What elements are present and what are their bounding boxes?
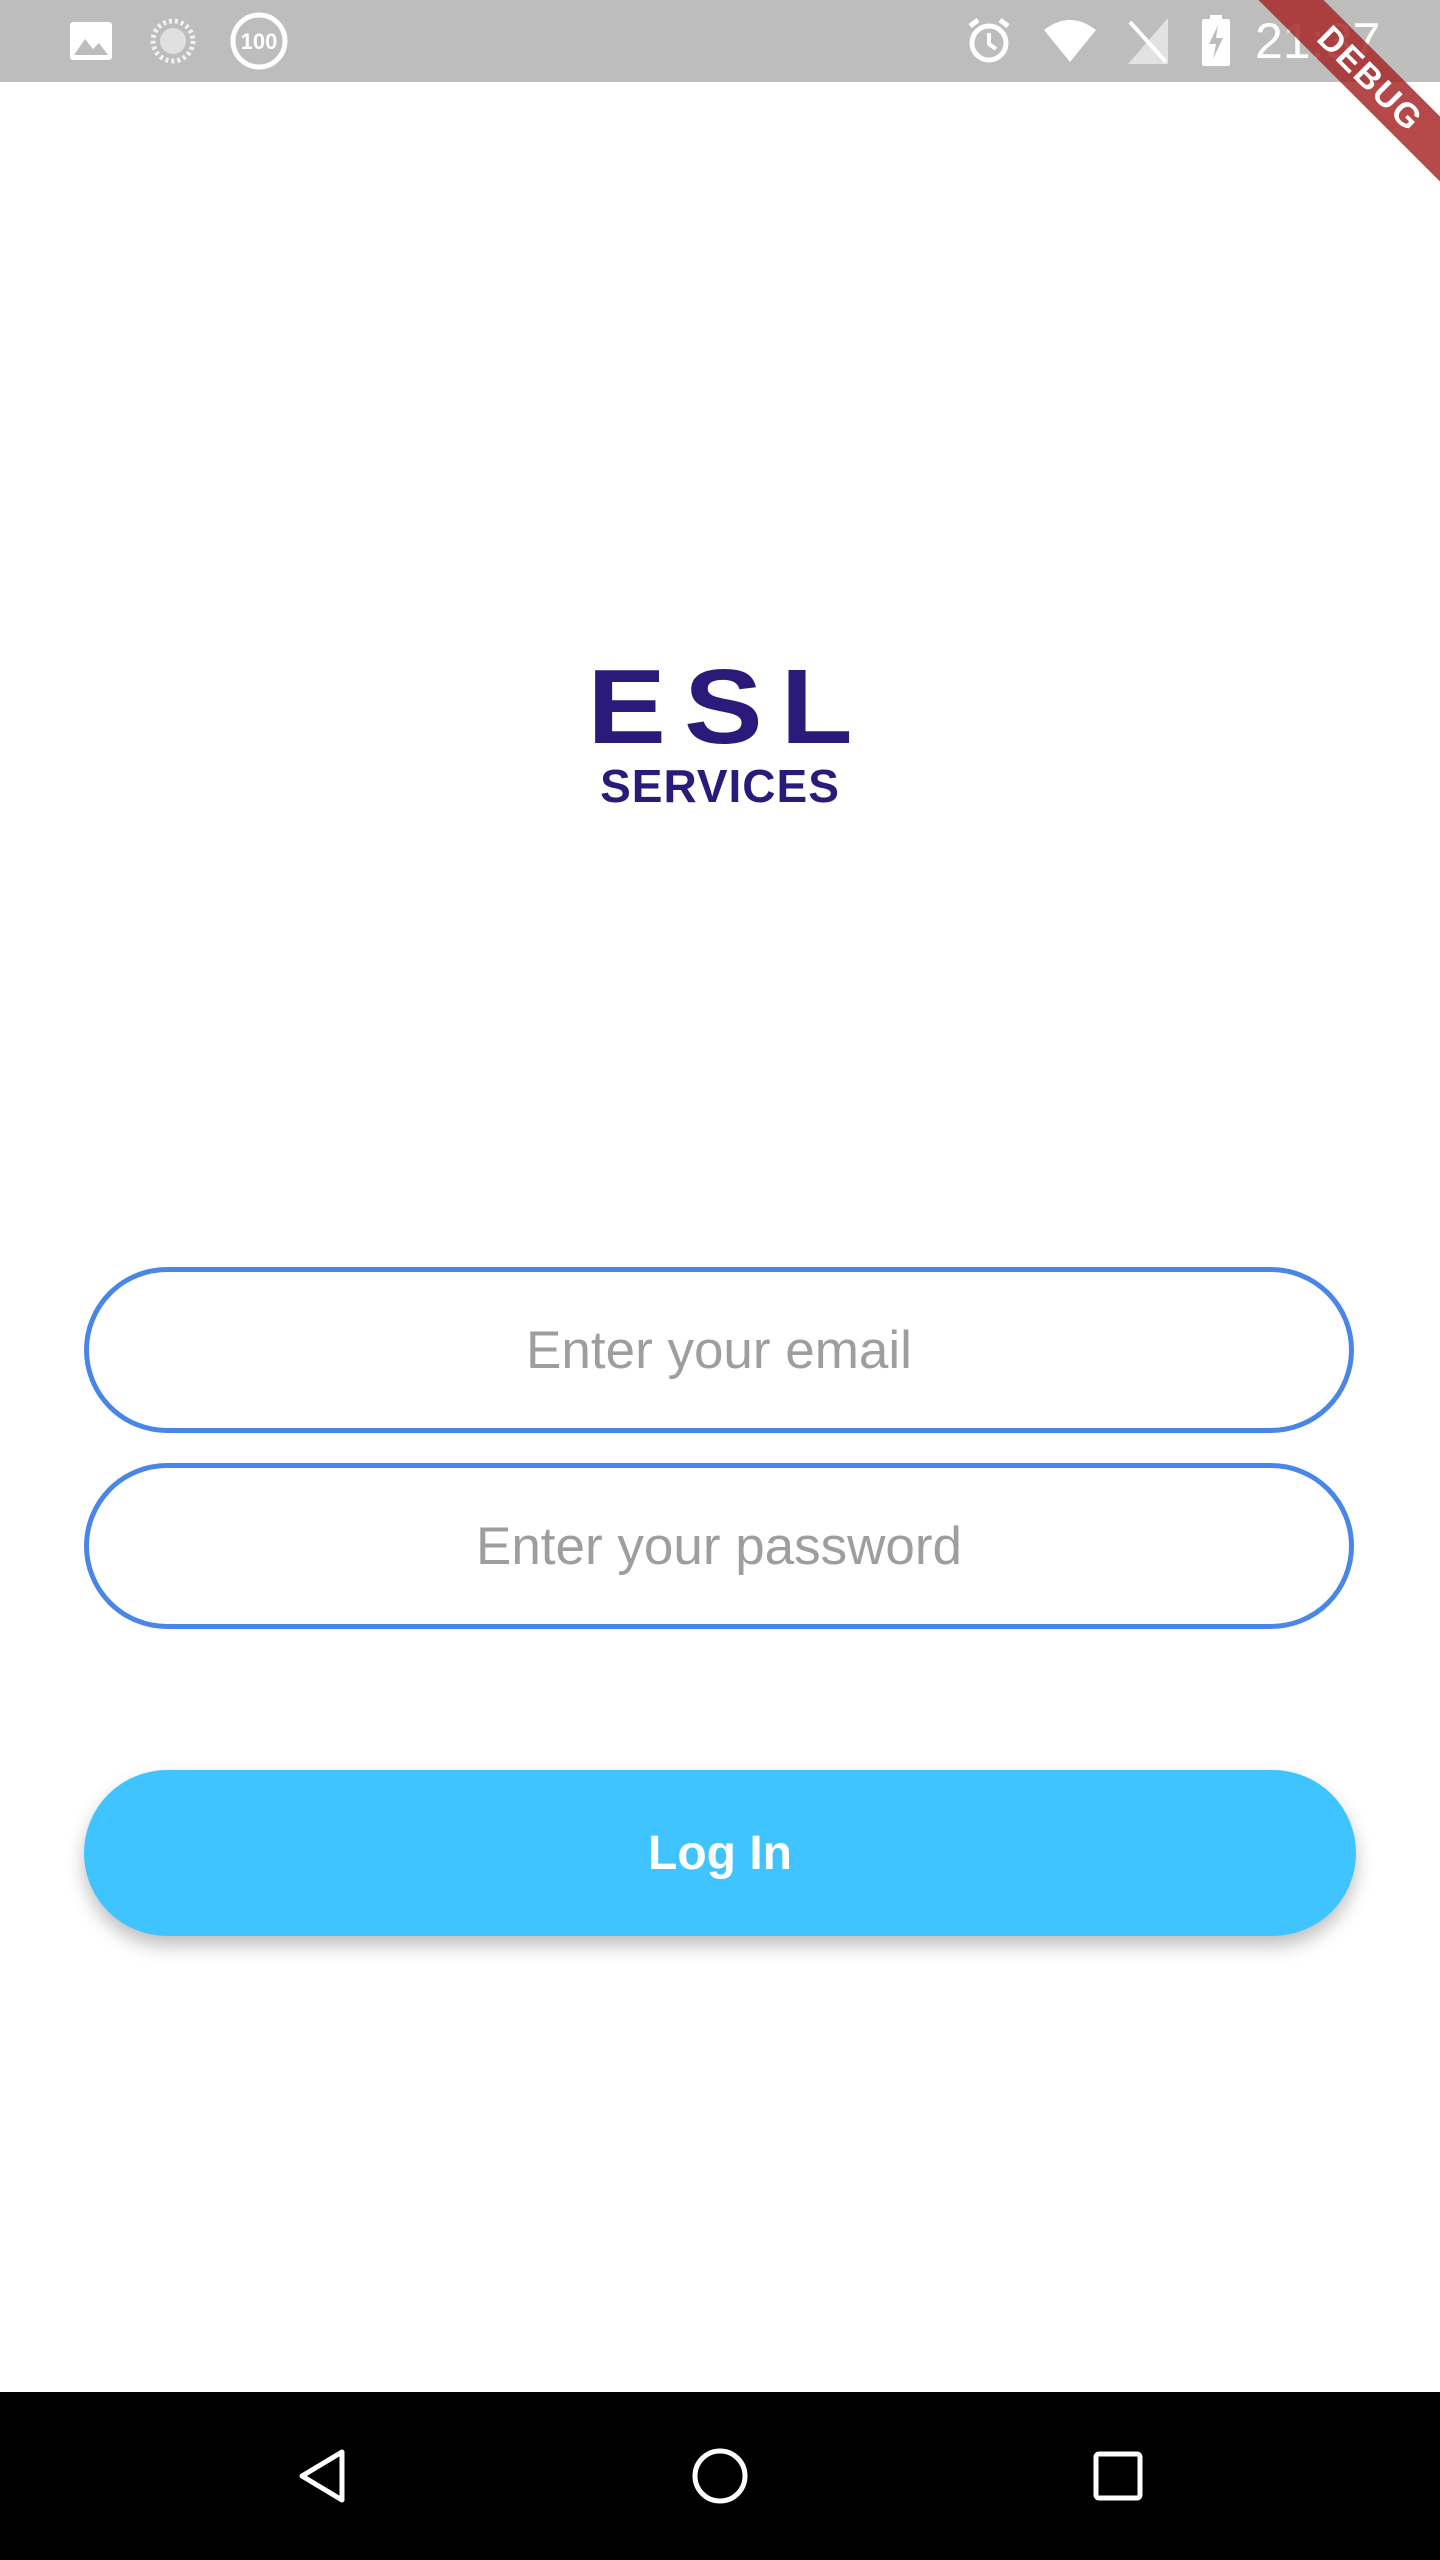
login-button-label: Log In <box>648 1826 792 1880</box>
loading-circle-icon <box>144 0 202 82</box>
status-time: 21:37 <box>1255 13 1381 69</box>
recents-icon[interactable] <box>1048 2392 1188 2560</box>
login-button[interactable]: Log In <box>84 1770 1356 1936</box>
email-field[interactable] <box>150 1318 1288 1382</box>
logo-sub-text: SERVICES <box>600 760 840 812</box>
email-field-container[interactable] <box>84 1267 1354 1433</box>
badge-text: 100 <box>241 29 278 54</box>
logo-main-text: ESL <box>587 647 871 767</box>
password-field-container[interactable] <box>84 1463 1354 1629</box>
password-field[interactable] <box>150 1514 1288 1578</box>
100-badge-icon: 100 <box>226 0 292 82</box>
image-icon <box>62 0 120 82</box>
no-sim-icon <box>1120 0 1176 82</box>
back-icon[interactable] <box>252 2392 392 2560</box>
battery-charging-icon <box>1196 0 1236 82</box>
status-bar: 100 21:37 <box>0 0 1440 82</box>
wifi-icon <box>1040 0 1100 82</box>
esl-logo: ESL SERVICES <box>585 654 855 816</box>
navigation-bar <box>0 2392 1440 2560</box>
home-icon[interactable] <box>650 2392 790 2560</box>
login-screen: 100 21:37 DEBUG ESL SERVICES Enter your … <box>0 0 1440 2560</box>
alarm-icon <box>960 0 1018 82</box>
